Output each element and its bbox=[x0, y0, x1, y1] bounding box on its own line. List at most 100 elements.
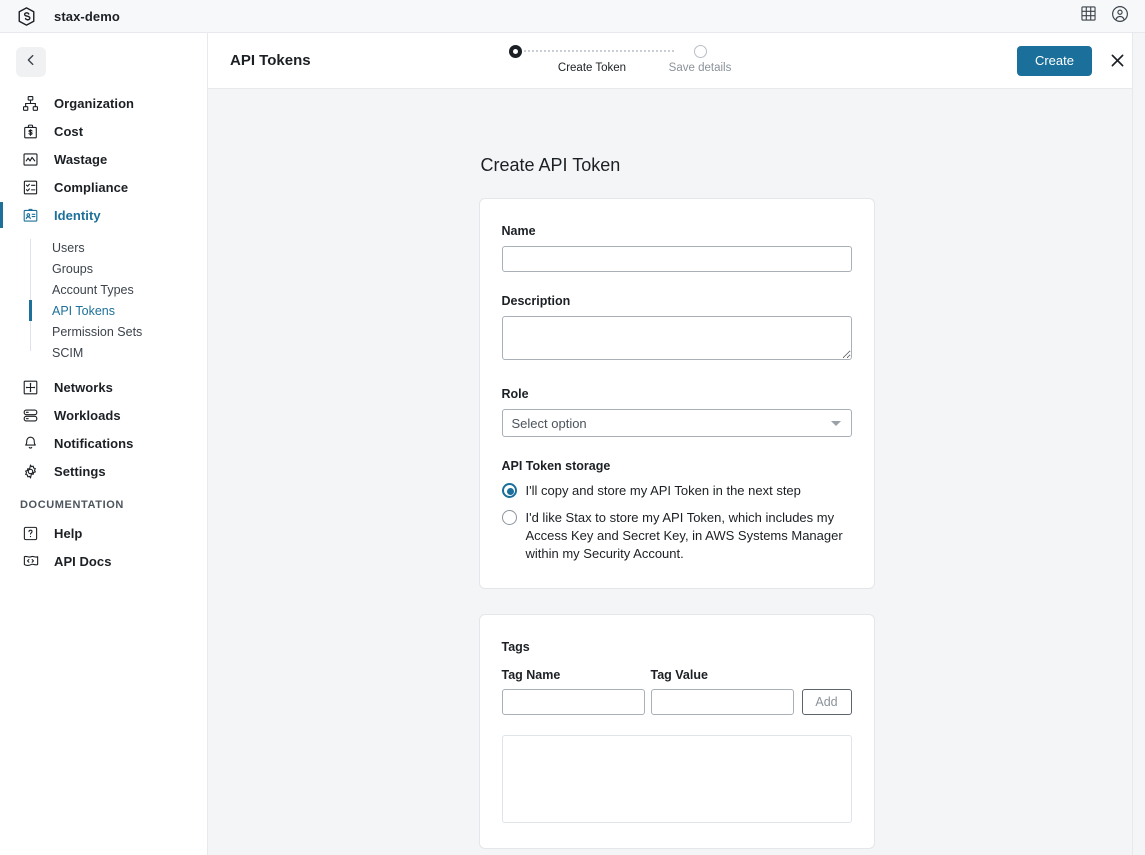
add-tag-button[interactable]: Add bbox=[801, 689, 852, 715]
sidebar-item-cost[interactable]: Cost bbox=[0, 117, 207, 145]
sidebar-subitem-scim[interactable]: SCIM bbox=[0, 342, 207, 363]
name-input[interactable] bbox=[501, 246, 852, 272]
gear-icon bbox=[20, 461, 40, 481]
radio-option-copy-store[interactable]: I'll copy and store my API Token in the … bbox=[501, 482, 852, 500]
sidebar-item-label: Compliance bbox=[54, 179, 129, 195]
name-label: Name bbox=[501, 224, 536, 238]
grid-apps-icon[interactable] bbox=[1080, 5, 1097, 27]
sidebar-subitem-label: Account Types bbox=[52, 282, 134, 297]
tags-column-headers: Tag Name Tag Value bbox=[502, 668, 852, 682]
role-selected-value: Select option bbox=[511, 415, 587, 431]
step-create-token[interactable]: Create Token bbox=[508, 43, 674, 74]
sidebar-subitem-label: Users bbox=[52, 240, 85, 255]
sidebar-item-label: Wastage bbox=[54, 151, 108, 167]
step-label: Create Token bbox=[557, 62, 627, 74]
sidebar-item-workloads[interactable]: Workloads bbox=[0, 401, 207, 429]
top-bar: stax-demo bbox=[0, 0, 1145, 33]
sidebar-subitem-permission-sets[interactable]: Permission Sets bbox=[0, 321, 207, 342]
sidebar-item-label: Cost bbox=[54, 123, 84, 139]
sidebar-subitem-groups[interactable]: Groups bbox=[0, 258, 207, 279]
sidebar-subitem-label: Permission Sets bbox=[52, 324, 143, 339]
description-label: Description bbox=[501, 294, 571, 308]
step-save-details[interactable]: Save details bbox=[646, 43, 754, 74]
step-label: Save details bbox=[668, 62, 732, 74]
field-role: Role Select option bbox=[501, 387, 852, 437]
tag-value-header: Tag Value bbox=[650, 668, 708, 682]
workloads-stack-icon bbox=[20, 405, 40, 425]
wastage-chart-icon bbox=[20, 149, 40, 169]
radio-checked-icon bbox=[501, 483, 517, 498]
chevron-left-icon bbox=[24, 53, 38, 72]
sidebar-item-label: Organization bbox=[54, 95, 135, 111]
page-scrollbar[interactable] bbox=[1132, 33, 1145, 855]
identity-badge-icon bbox=[20, 205, 40, 225]
cost-briefcase-dollar-icon bbox=[20, 121, 40, 141]
description-textarea[interactable] bbox=[501, 316, 852, 360]
networks-move-icon bbox=[20, 377, 40, 397]
create-button[interactable]: Create bbox=[1016, 45, 1092, 76]
radio-option-label: I'll copy and store my API Token in the … bbox=[525, 483, 801, 498]
sidebar-item-help[interactable]: Help bbox=[0, 519, 207, 547]
tags-list-box bbox=[501, 735, 852, 823]
sidebar-subitem-label: SCIM bbox=[52, 345, 84, 360]
sidebar-item-notifications[interactable]: Notifications bbox=[0, 429, 207, 457]
wizard-stepper: Create Token Save details bbox=[508, 43, 754, 74]
content-area: API Tokens Create Token Save details Cre… bbox=[208, 33, 1145, 855]
radio-option-label: I'd like Stax to store my API Token, whi… bbox=[525, 510, 843, 561]
tags-card: Tags Tag Name Tag Value Add bbox=[478, 614, 875, 849]
org-chart-icon bbox=[20, 93, 40, 113]
account-circle-icon[interactable] bbox=[1111, 5, 1129, 28]
tag-value-input[interactable] bbox=[650, 689, 794, 715]
sidebar-item-label: Help bbox=[54, 525, 83, 541]
page-title: API Tokens bbox=[230, 52, 311, 69]
sidebar-item-label: Workloads bbox=[54, 407, 121, 423]
sidebar-subitem-label: API Tokens bbox=[52, 303, 116, 318]
sidebar-item-networks[interactable]: Networks bbox=[0, 373, 207, 401]
field-description: Description bbox=[501, 294, 852, 365]
sidebar-item-api-docs[interactable]: API Docs bbox=[0, 547, 207, 575]
role-select[interactable]: Select option bbox=[501, 409, 852, 437]
sidebar-item-organization[interactable]: Organization bbox=[0, 89, 207, 117]
tags-title: Tags bbox=[501, 640, 530, 654]
api-docs-code-flag-icon bbox=[20, 551, 40, 571]
radio-option-stax-store[interactable]: I'd like Stax to store my API Token, whi… bbox=[501, 509, 852, 563]
form-scroll-area[interactable]: Create API Token Name Description Role S… bbox=[208, 90, 1145, 855]
sidebar-section-documentation: DOCUMENTATION bbox=[20, 499, 124, 511]
sidebar-subitem-label: Groups bbox=[52, 261, 93, 276]
field-token-storage: API Token storage I'll copy and store my… bbox=[501, 459, 852, 563]
sidebar-collapse-button[interactable] bbox=[16, 47, 46, 77]
form-wrapper: Create API Token Name Description Role S… bbox=[478, 90, 875, 849]
token-storage-label: API Token storage bbox=[501, 459, 611, 473]
sidebar-item-settings[interactable]: Settings bbox=[0, 457, 207, 485]
stax-hex-logo-icon[interactable] bbox=[16, 6, 37, 27]
sidebar-subnav-identity: Users Groups Account Types API Tokens Pe… bbox=[0, 237, 207, 363]
sidebar-item-identity[interactable]: Identity bbox=[0, 201, 207, 229]
role-label: Role bbox=[501, 387, 529, 401]
sidebar-item-label: Notifications bbox=[54, 435, 134, 451]
radio-unchecked-icon bbox=[501, 510, 517, 525]
sidebar-subitem-account-types[interactable]: Account Types bbox=[0, 279, 207, 300]
content-header: API Tokens Create Token Save details Cre… bbox=[208, 33, 1145, 89]
header-actions: Create bbox=[1016, 45, 1127, 76]
sidebar-item-compliance[interactable]: Compliance bbox=[0, 173, 207, 201]
sidebar-item-wastage[interactable]: Wastage bbox=[0, 145, 207, 173]
tag-entry-row: Add bbox=[501, 689, 852, 715]
sidebar-subitem-users[interactable]: Users bbox=[0, 237, 207, 258]
compliance-checklist-icon bbox=[20, 177, 40, 197]
sidebar-item-label: Settings bbox=[54, 463, 106, 479]
form-heading: Create API Token bbox=[480, 155, 621, 175]
question-box-icon bbox=[20, 523, 40, 543]
tag-name-header: Tag Name bbox=[501, 668, 561, 682]
chevron-down-icon bbox=[830, 421, 841, 426]
sidebar-item-label: Identity bbox=[54, 207, 101, 223]
sidebar-item-label: API Docs bbox=[54, 553, 112, 569]
step-dot-inactive-icon bbox=[693, 44, 707, 58]
token-details-card: Name Description Role Select option API … bbox=[478, 198, 875, 589]
close-icon[interactable] bbox=[1108, 51, 1127, 70]
sidebar: Organization Cost Wastage Compliance Ide… bbox=[0, 33, 208, 855]
field-name: Name bbox=[501, 224, 852, 272]
step-dot-active-icon bbox=[508, 44, 522, 58]
workspace-name: stax-demo bbox=[54, 8, 120, 24]
tag-name-input[interactable] bbox=[501, 689, 645, 715]
sidebar-subitem-api-tokens[interactable]: API Tokens bbox=[0, 300, 207, 321]
